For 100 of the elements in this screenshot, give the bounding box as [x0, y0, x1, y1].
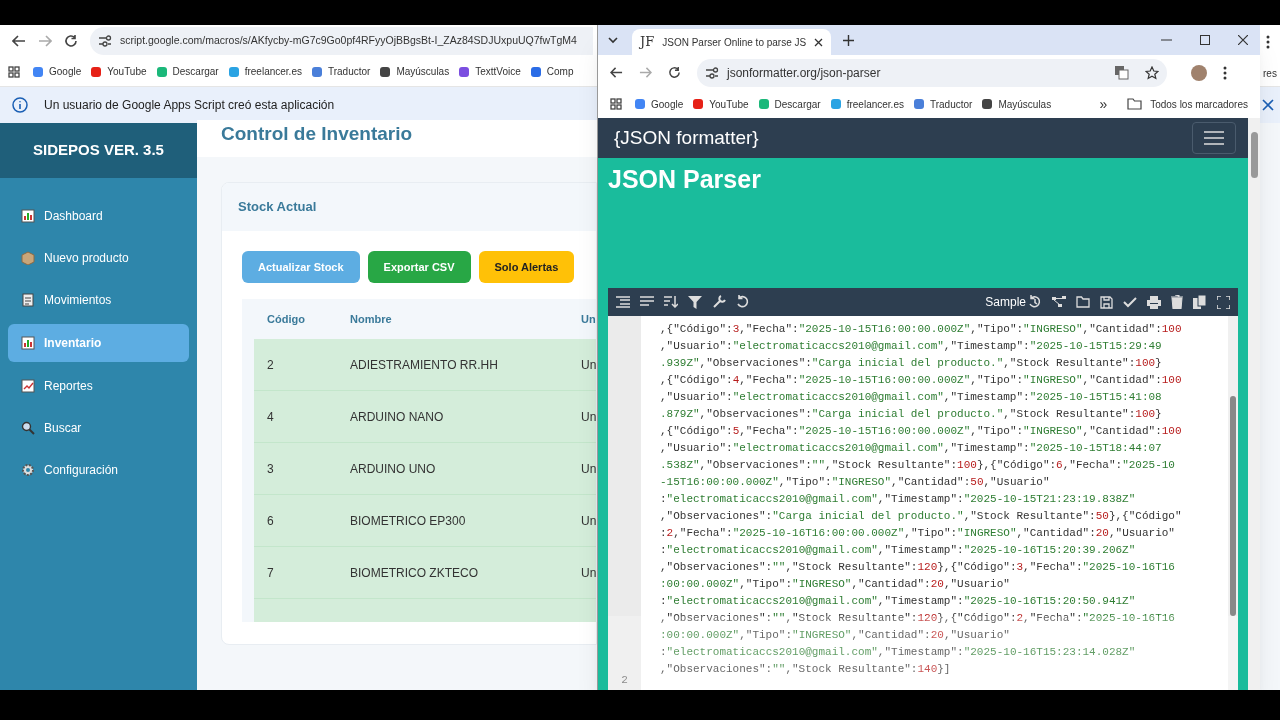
table-cell-text: Un [580, 408, 596, 426]
translate-icon[interactable] [1114, 65, 1129, 80]
star-icon[interactable] [1145, 65, 1159, 80]
reload-icon[interactable] [64, 34, 78, 48]
code-line: :"electromaticaccs2010@gmail.com","Timestamp":"2025-10-16T15:20:50.941Z" [660, 594, 1137, 609]
sidebar-item[interactable]: Dashboard [8, 198, 189, 234]
sidebar-item[interactable]: Movimientos [8, 282, 189, 318]
code-line: .538Z","Observaciones":"","Stock Resultante":100},{"Código":6,"Fecha":"2025-10 [660, 458, 1176, 473]
compact-icon[interactable] [640, 296, 654, 308]
table-row[interactable]: 4 ARDUINO NANO Un [254, 391, 596, 443]
scrollbar[interactable] [1248, 118, 1260, 690]
folder-icon [1127, 98, 1143, 110]
bookmark[interactable]: Traductor [310, 64, 371, 79]
filter-icon[interactable] [688, 295, 702, 309]
card-title: Stock Actual [238, 198, 317, 217]
menu-icon[interactable] [1223, 65, 1227, 80]
address-bar[interactable]: jsonformatter.org/json-parser [697, 58, 1167, 87]
sidebar-item[interactable]: Buscar [8, 410, 189, 446]
bookmark[interactable]: Traductor [912, 96, 973, 112]
code-line: -15T16:00:00.000Z","Tipo":"INGRESO","Cantidad":50,"Usuario" [660, 475, 1051, 490]
history-icon[interactable] [1028, 295, 1042, 309]
maximize-icon[interactable] [1200, 35, 1210, 45]
close-icon[interactable] [1262, 99, 1274, 111]
copy-icon[interactable] [1193, 295, 1207, 309]
bookmark[interactable]: Mayúsculas [379, 64, 450, 79]
menu-button[interactable] [1192, 122, 1236, 154]
bookmark[interactable]: Mayúsculas [981, 96, 1052, 112]
bookmark-favicon-icon [32, 65, 44, 78]
tree-icon[interactable] [1052, 296, 1066, 308]
code-line: :"electromaticaccs2010@gmail.com","Timestamp":"2025-10-15T21:23:19.838Z" [660, 492, 1137, 507]
bar-chart-icon [21, 336, 35, 350]
bookmark[interactable]: freelancer.es [227, 64, 302, 79]
brand-title: SIDEPOS VER. 3.5 [33, 140, 164, 161]
bookmark[interactable]: Descargar [757, 96, 821, 112]
wrench-icon[interactable] [712, 295, 726, 309]
code-line: .939Z","Observaciones":"Carga inicial del producto.","Stock Resultante":100} [660, 356, 1163, 371]
sidebar-item[interactable]: Reportes [8, 368, 189, 404]
sidebar-item[interactable]: Nuevo producto [8, 240, 189, 276]
back-icon[interactable] [12, 34, 26, 48]
table-cell-text: 2 [266, 356, 275, 374]
check-icon[interactable] [1123, 296, 1137, 308]
bookmark[interactable]: YouTube [90, 64, 147, 79]
close-icon[interactable] [1238, 35, 1248, 45]
code-line: .879Z","Observaciones":"Carga inicial del producto.","Stock Resultante":100} [660, 407, 1163, 422]
bookmark[interactable]: Descargar [155, 64, 219, 79]
all-bookmarks-button[interactable]: Todos los marcadores [1127, 96, 1248, 112]
site-logo[interactable]: {JSON formatter} [614, 123, 759, 153]
table-cell-text: Un [580, 564, 596, 582]
print-icon[interactable] [1147, 295, 1161, 309]
undo-icon[interactable] [736, 295, 750, 309]
bookmark[interactable]: YouTube [692, 96, 749, 112]
apps-grid-icon[interactable] [8, 65, 20, 78]
table-row[interactable]: 7 BIOMETRICO ZKTECO Un [254, 547, 596, 599]
code-line: :"electromaticaccs2010@gmail.com","Timestamp":"2025-10-16T15:23:14.028Z" [660, 645, 1137, 660]
site-settings-icon [98, 35, 112, 47]
back-icon[interactable] [610, 66, 623, 79]
more-bookmarks-button[interactable]: » [1099, 93, 1108, 115]
code-line: :"electromaticaccs2010@gmail.com","Timestamp":"2025-10-16T15:20:39.206Z" [660, 543, 1137, 558]
folder-icon[interactable] [1076, 296, 1090, 308]
apps-grid-icon[interactable] [610, 98, 622, 110]
action-button[interactable]: Solo Alertas [478, 251, 575, 283]
table-row[interactable]: 2 ADIESTRAMIENTO RR.HH Un [254, 339, 596, 391]
sidebar-item[interactable]: Configuración [8, 452, 189, 488]
fullscreen-icon[interactable] [1217, 295, 1230, 309]
code-line: :00:00.000Z","Tipo":"INGRESO","Cantidad":20,"Usuario" [660, 577, 1011, 592]
clipboard-icon [21, 293, 35, 307]
close-icon[interactable] [814, 37, 824, 47]
menu-icon[interactable] [1266, 35, 1270, 49]
url-text: jsonformatter.org/json-parser [727, 64, 881, 82]
address-bar[interactable]: script.google.com/macros/s/AKfycby-mG7c9Go0pf4RFyyOjBBgsBt-I_ZAz84SDJUxpuUQ7fwTgM4 [90, 27, 593, 55]
table-cell-text: Un [580, 460, 596, 478]
sample-button[interactable]: Sample [985, 293, 1026, 311]
avatar-icon[interactable] [1191, 64, 1207, 81]
code-line: ,"Observaciones":"Carga inicial del producto.","Stock Resultante":50},{"Código" [660, 509, 1183, 524]
table-cell-text: ARDUINO NANO [349, 408, 445, 426]
box-icon [21, 251, 35, 265]
format-icon[interactable] [616, 296, 630, 308]
bookmark-favicon-icon [981, 98, 994, 110]
new-tab-icon[interactable] [843, 34, 855, 46]
info-message: Un usuario de Google Apps Script creó esta aplicación [44, 97, 335, 114]
scrollbar[interactable] [1228, 316, 1238, 690]
bookmark-favicon-icon [90, 65, 103, 78]
bookmark[interactable]: Google [32, 64, 82, 79]
bookmark[interactable]: TexttVoice [458, 64, 521, 79]
bookmark[interactable]: Google [634, 96, 684, 112]
table-row[interactable]: 3 ARDUINO UNO Un [254, 443, 596, 495]
reload-icon[interactable] [668, 66, 681, 79]
bookmark[interactable]: Comp [529, 64, 574, 79]
bookmark-favicon-icon [529, 65, 542, 78]
bookmark[interactable]: freelancer.es [829, 96, 904, 112]
save-icon[interactable] [1100, 295, 1113, 309]
tab-title: JSON Parser Online to parse JS [662, 35, 807, 50]
trash-icon[interactable] [1171, 295, 1183, 309]
table-row[interactable]: 6 BIOMETRICO EP300 Un [254, 495, 596, 547]
browser-tab[interactable]: JF JSON Parser Online to parse JS [632, 29, 832, 55]
column-header: Nombre [349, 311, 393, 327]
code-line: ,{"Código":3,"Fecha":"2025-10-15T16:00:00.000Z","Tipo":"INGRESO","Cantidad":100 [660, 322, 1183, 337]
sort-icon[interactable] [664, 296, 678, 308]
bookmark-favicon-icon [458, 65, 471, 78]
code-line: :00:00.000Z","Tipo":"INGRESO","Cantidad":20,"Usuario" [660, 628, 1011, 643]
